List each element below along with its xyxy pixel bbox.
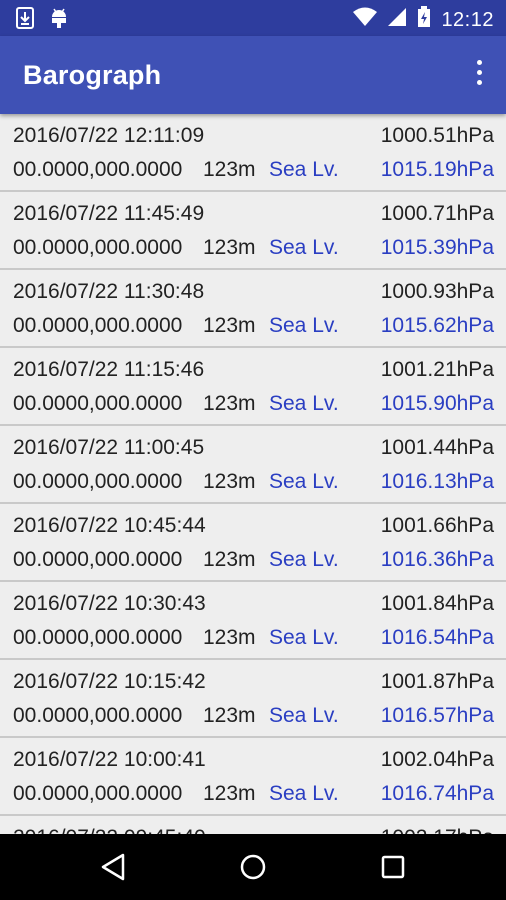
sea-level-pressure: 1015.39hPa [380,236,494,259]
reading-row[interactable]: 2016/07/22 10:45:44 1001.66hPa 00.0000,000… [0,504,506,582]
sea-level-label: Sea Lv. [269,704,339,727]
reading-pressure: 1000.51hPa [380,124,494,147]
reading-pressure: 1000.71hPa [380,202,494,225]
sea-level-pressure: 1016.57hPa [380,704,494,727]
reading-datetime: 2016/07/22 10:45:44 [13,514,206,537]
android-debug-icon [48,7,70,34]
reading-datetime: 2016/07/22 10:30:43 [13,592,206,615]
reading-location: 00.0000,000.0000 [13,392,183,415]
reading-location: 00.0000,000.0000 [13,470,183,493]
reading-pressure: 1000.93hPa [380,280,494,303]
reading-row[interactable]: 2016/07/22 12:11:09 1000.51hPa 00.0000,000… [0,114,506,192]
reading-altitude: 123m [203,548,256,571]
reading-location: 00.0000,000.0000 [13,782,183,805]
readings-list[interactable]: 2016/07/22 12:11:09 1000.51hPa 00.0000,000… [0,114,506,834]
reading-pressure: 1001.21hPa [380,358,494,381]
sea-level-label: Sea Lv. [269,314,339,337]
wifi-icon [353,7,378,32]
sea-level-pressure: 1015.19hPa [380,158,494,181]
reading-altitude: 123m [203,626,256,649]
reading-location: 00.0000,000.0000 [13,704,183,727]
cell-signal-icon [387,7,407,32]
reading-location: 00.0000,000.0000 [13,158,183,181]
reading-datetime: 2016/07/22 10:00:41 [13,748,206,771]
reading-pressure: 1001.44hPa [380,436,494,459]
sea-level-pressure: 1016.36hPa [380,548,494,571]
reading-altitude: 123m [203,782,256,805]
status-bar: 12:12 [0,0,506,36]
reading-pressure: 1002.17hPa [381,826,494,834]
battery-charging-icon [417,6,431,33]
sea-level-label: Sea Lv. [269,158,339,181]
reading-row[interactable]: 2016/07/22 10:15:42 1001.87hPa 00.0000,000… [0,660,506,738]
reading-datetime: 2016/07/22 10:15:42 [13,670,206,693]
reading-pressure: 1001.66hPa [380,514,494,537]
reading-row[interactable]: 2016/07/22 09:45:40 1002.17hPa [0,816,506,834]
app-bar: Barograph [0,36,506,114]
reading-location: 00.0000,000.0000 [13,314,183,337]
reading-pressure: 1001.87hPa [380,670,494,693]
reading-altitude: 123m [203,392,256,415]
reading-pressure: 1002.04hPa [380,748,494,771]
recents-icon[interactable] [376,850,410,884]
reading-datetime: 2016/07/22 11:45:49 [13,202,205,225]
overflow-menu-icon[interactable] [472,60,486,90]
reading-datetime: 2016/07/22 11:00:45 [13,436,205,459]
reading-altitude: 123m [203,314,256,337]
reading-row[interactable]: 2016/07/22 10:00:41 1002.04hPa 00.0000,000… [0,738,506,816]
reading-datetime: 2016/07/22 09:45:40 [13,826,206,834]
back-icon[interactable] [96,850,130,884]
sea-level-label: Sea Lv. [269,392,339,415]
reading-row[interactable]: 2016/07/22 11:00:45 1001.44hPa 00.0000,000… [0,426,506,504]
reading-altitude: 123m [203,158,256,181]
sea-level-label: Sea Lv. [269,626,339,649]
navigation-bar [0,834,506,900]
reading-altitude: 123m [203,236,256,259]
sea-level-label: Sea Lv. [269,236,339,259]
status-clock: 12:12 [441,8,494,31]
reading-datetime: 2016/07/22 12:11:09 [13,124,205,147]
reading-row[interactable]: 2016/07/22 11:45:49 1000.71hPa 00.0000,000… [0,192,506,270]
reading-location: 00.0000,000.0000 [13,548,183,571]
reading-datetime: 2016/07/22 11:30:48 [13,280,205,303]
sea-level-pressure: 1015.62hPa [380,314,494,337]
reading-pressure: 1001.84hPa [380,592,494,615]
reading-location: 00.0000,000.0000 [13,236,183,259]
sea-level-label: Sea Lv. [269,782,339,805]
app-title: Barograph [23,60,162,90]
sea-level-pressure: 1016.13hPa [380,470,494,493]
reading-altitude: 123m [203,704,256,727]
sea-level-pressure: 1016.74hPa [380,782,494,805]
reading-datetime: 2016/07/22 11:15:46 [13,358,205,381]
reading-row[interactable]: 2016/07/22 11:30:48 1000.93hPa 00.0000,000… [0,270,506,348]
sea-level-label: Sea Lv. [269,470,339,493]
reading-row[interactable]: 2016/07/22 11:15:46 1001.21hPa 00.0000,000… [0,348,506,426]
reading-row[interactable]: 2016/07/22 10:30:43 1001.84hPa 00.0000,000… [0,582,506,660]
download-icon [16,7,34,34]
sea-level-label: Sea Lv. [269,548,339,571]
reading-location: 00.0000,000.0000 [13,626,183,649]
sea-level-pressure: 1016.54hPa [380,626,494,649]
home-icon[interactable] [236,850,270,884]
sea-level-pressure: 1015.90hPa [380,392,494,415]
reading-altitude: 123m [203,470,256,493]
